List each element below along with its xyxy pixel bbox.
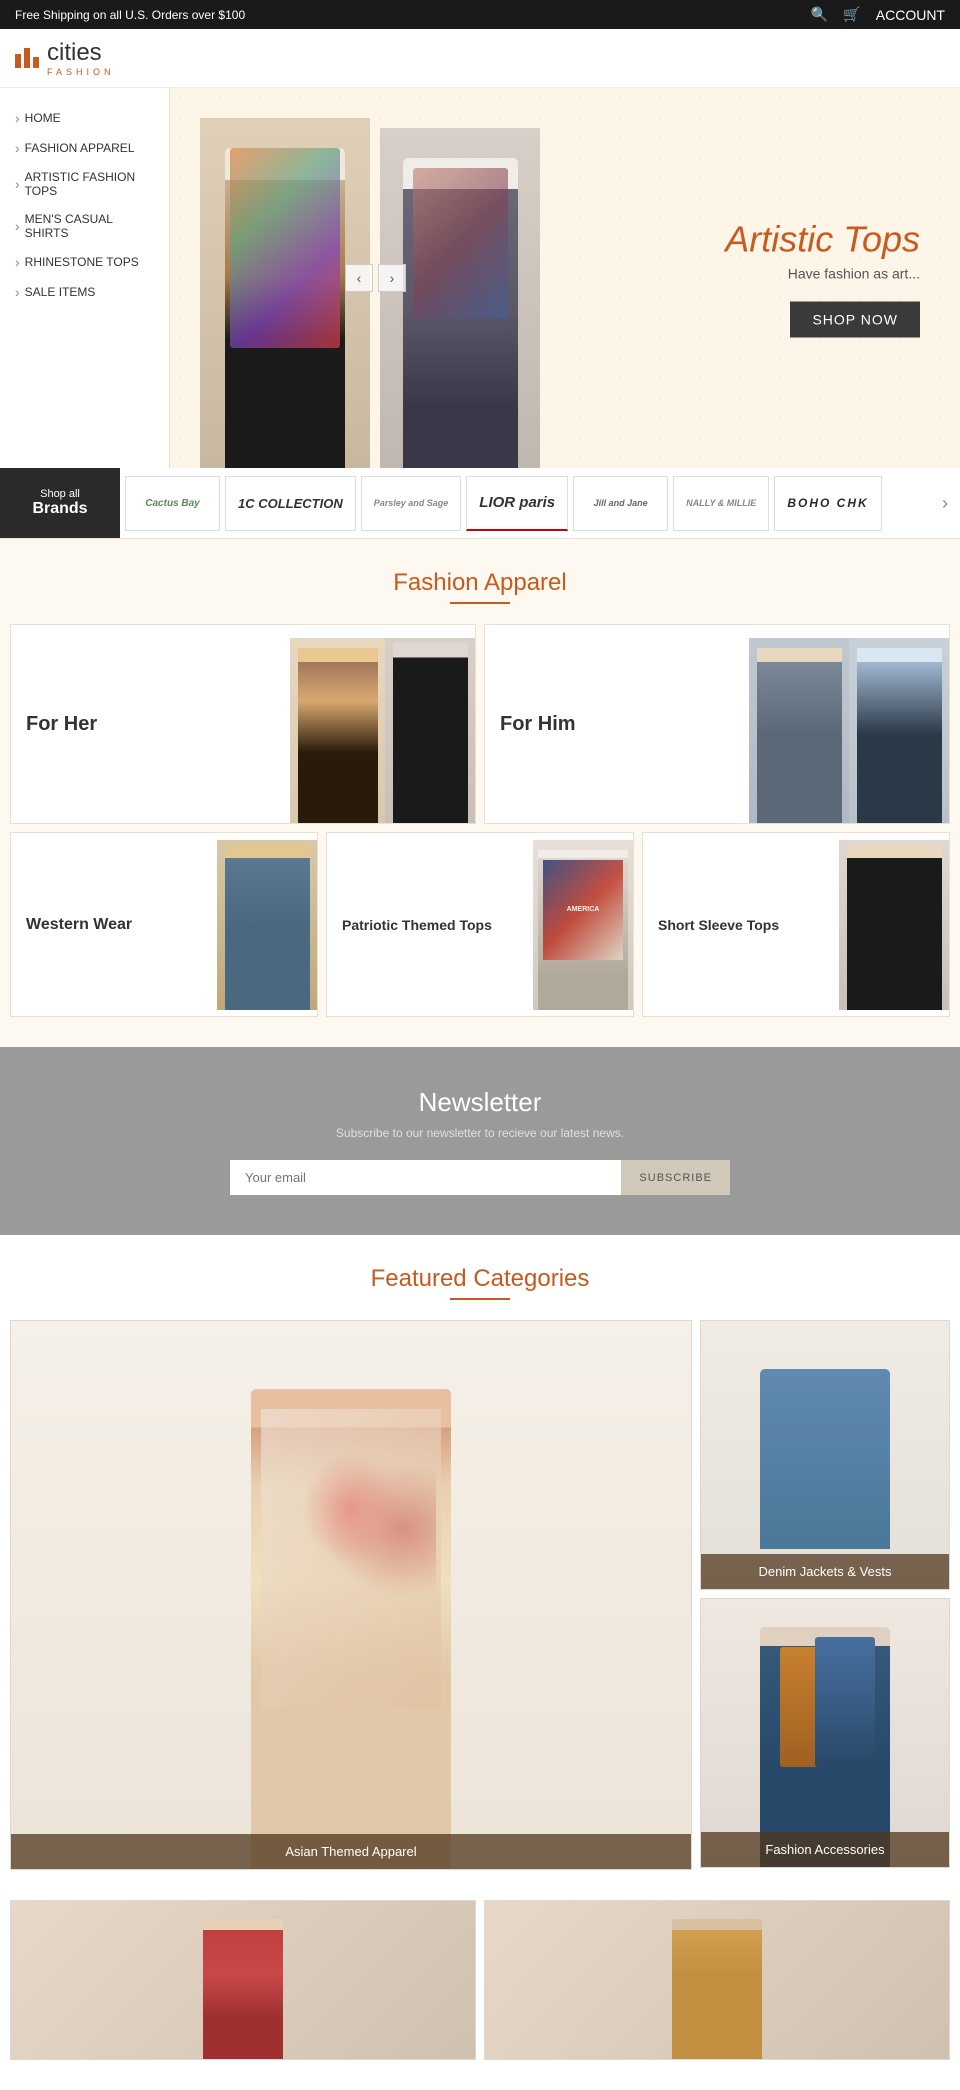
logo-icon — [15, 48, 39, 68]
bottom-row — [0, 1900, 960, 2090]
hero-content: Artistic Tops Have fashion as art... SHO… — [725, 219, 920, 338]
hero-title: Artistic Tops — [725, 219, 920, 261]
hero-banner: ‹ › Artistic Tops Have fashion as art...… — [170, 88, 960, 468]
brand-boho-chk[interactable]: BOHO CHK — [774, 476, 881, 531]
search-icon[interactable]: 🔍 — [811, 6, 828, 23]
featured-grid: Asian Themed Apparel Denim Jackets & Ves… — [10, 1320, 950, 1870]
brands-next-arrow[interactable]: › — [930, 476, 960, 531]
logo[interactable]: cities FASHION — [15, 39, 115, 77]
sidebar: HOME FASHION APPAREL ARTISTIC FASHION TO… — [0, 88, 170, 468]
sidebar-item-artistic-tops[interactable]: ARTISTIC FASHION TOPS — [0, 163, 169, 205]
brand-jill-jane[interactable]: Jill and Jane — [573, 476, 668, 531]
hero-prev-btn[interactable]: ‹ — [345, 264, 373, 292]
brands-label: Brands — [32, 500, 87, 518]
western-wear-label: Western Wear — [11, 901, 147, 949]
hero-figure-1 — [200, 118, 370, 468]
bottom-card-1[interactable] — [10, 1900, 476, 2060]
patriotic-label: Patriotic Themed Tops — [327, 902, 507, 948]
denim-jackets-card[interactable]: Denim Jackets & Vests — [700, 1320, 950, 1590]
newsletter-section: Newsletter Subscribe to our newsletter t… — [0, 1047, 960, 1235]
newsletter-subtitle: Subscribe to our newsletter to recieve o… — [20, 1126, 940, 1140]
for-him-figures — [749, 625, 949, 823]
asian-apparel-card[interactable]: Asian Themed Apparel — [10, 1320, 692, 1870]
denim-jackets-label: Denim Jackets & Vests — [701, 1554, 949, 1589]
brand-nally-millie[interactable]: NALLY & MILLIE — [673, 476, 769, 531]
hero-cta-button[interactable]: SHOP NOW — [790, 302, 920, 338]
for-her-label: For Her — [11, 698, 112, 751]
for-him-label: For Him — [485, 698, 591, 751]
main-layout: HOME FASHION APPAREL ARTISTIC FASHION TO… — [0, 88, 960, 468]
account-label[interactable]: ACCOUNT — [876, 7, 945, 23]
short-sleeve-figure — [839, 840, 949, 1010]
asian-apparel-label: Asian Themed Apparel — [11, 1834, 691, 1869]
logo-bar-1 — [15, 54, 21, 68]
top-bar: Free Shipping on all U.S. Orders over $1… — [0, 0, 960, 29]
brands-bar: Shop all Brands Cactus Bay 1C COLLECTION… — [0, 468, 960, 539]
fashion-accessories-label: Fashion Accessories — [701, 1832, 949, 1867]
brand-10c-collection[interactable]: 1C COLLECTION — [225, 476, 356, 531]
hero-next-btn[interactable]: › — [378, 264, 406, 292]
brand-lior[interactable]: LIOR paris — [466, 476, 568, 531]
featured-small-col: Denim Jackets & Vests Fashion Accessorie… — [700, 1320, 950, 1870]
brands-list: Cactus Bay 1C COLLECTION Parsley and Sag… — [120, 476, 930, 531]
sidebar-item-mens-shirts[interactable]: MEN'S CASUAL SHIRTS — [0, 205, 169, 247]
hero-nav: ‹ › — [345, 264, 406, 292]
sidebar-item-rhinestone[interactable]: RHINESTONE TOPS — [0, 247, 169, 277]
shipping-message: Free Shipping on all U.S. Orders over $1… — [15, 8, 245, 22]
section-title-underline — [450, 602, 510, 604]
short-sleeve-label: Short Sleeve Tops — [643, 902, 794, 948]
hero-subtitle: Have fashion as art... — [725, 266, 920, 282]
featured-categories-section: Featured Categories Asian Themed Apparel — [0, 1235, 960, 1900]
apparel-row-2: Western Wear Patriotic Themed Tops AMERI… — [10, 832, 950, 1017]
newsletter-subscribe-button[interactable]: SUBSCRIBE — [621, 1160, 730, 1195]
fashion-accessories-card[interactable]: Fashion Accessories — [700, 1598, 950, 1868]
for-her-card[interactable]: For Her — [10, 624, 476, 824]
logo-bar-2 — [24, 48, 30, 68]
western-figure — [217, 840, 317, 1010]
newsletter-title: Newsletter — [20, 1087, 940, 1118]
for-her-figures — [290, 625, 475, 823]
bottom-card-2[interactable] — [484, 1900, 950, 2060]
brands-shop-all[interactable]: Shop all Brands — [0, 468, 120, 538]
fashion-apparel-section: Fashion Apparel For Her For Him — [0, 539, 960, 1047]
sidebar-item-home[interactable]: HOME — [0, 103, 169, 133]
featured-title-underline — [450, 1298, 510, 1300]
sidebar-item-fashion-apparel[interactable]: FASHION APPAREL — [0, 133, 169, 163]
patriotic-card[interactable]: Patriotic Themed Tops AMERICA — [326, 832, 634, 1017]
patriotic-figure: AMERICA — [533, 840, 633, 1010]
brands-shop-all-label: Shop all — [40, 488, 80, 500]
apparel-row-1: For Her For Him — [10, 624, 950, 824]
brand-cactus-bay[interactable]: Cactus Bay — [125, 476, 220, 531]
top-bar-icons: 🔍 🛒 ACCOUNT — [811, 6, 945, 23]
newsletter-form: SUBSCRIBE — [230, 1160, 730, 1195]
header: cities FASHION — [0, 29, 960, 88]
logo-bar-3 — [33, 57, 39, 68]
logo-text: cities FASHION — [47, 39, 115, 77]
fashion-apparel-title: Fashion Apparel — [10, 569, 950, 597]
hero-figure-2 — [380, 128, 540, 468]
newsletter-email-input[interactable] — [230, 1160, 621, 1195]
sidebar-nav: HOME FASHION APPAREL ARTISTIC FASHION TO… — [0, 103, 169, 307]
brand-parsley-sage[interactable]: Parsley and Sage — [361, 476, 462, 531]
short-sleeve-card[interactable]: Short Sleeve Tops — [642, 832, 950, 1017]
sidebar-item-sale[interactable]: SALE ITEMS — [0, 277, 169, 307]
cart-icon[interactable]: 🛒 — [843, 6, 860, 23]
featured-title: Featured Categories — [10, 1265, 950, 1293]
western-wear-card[interactable]: Western Wear — [10, 832, 318, 1017]
for-him-card[interactable]: For Him — [484, 624, 950, 824]
